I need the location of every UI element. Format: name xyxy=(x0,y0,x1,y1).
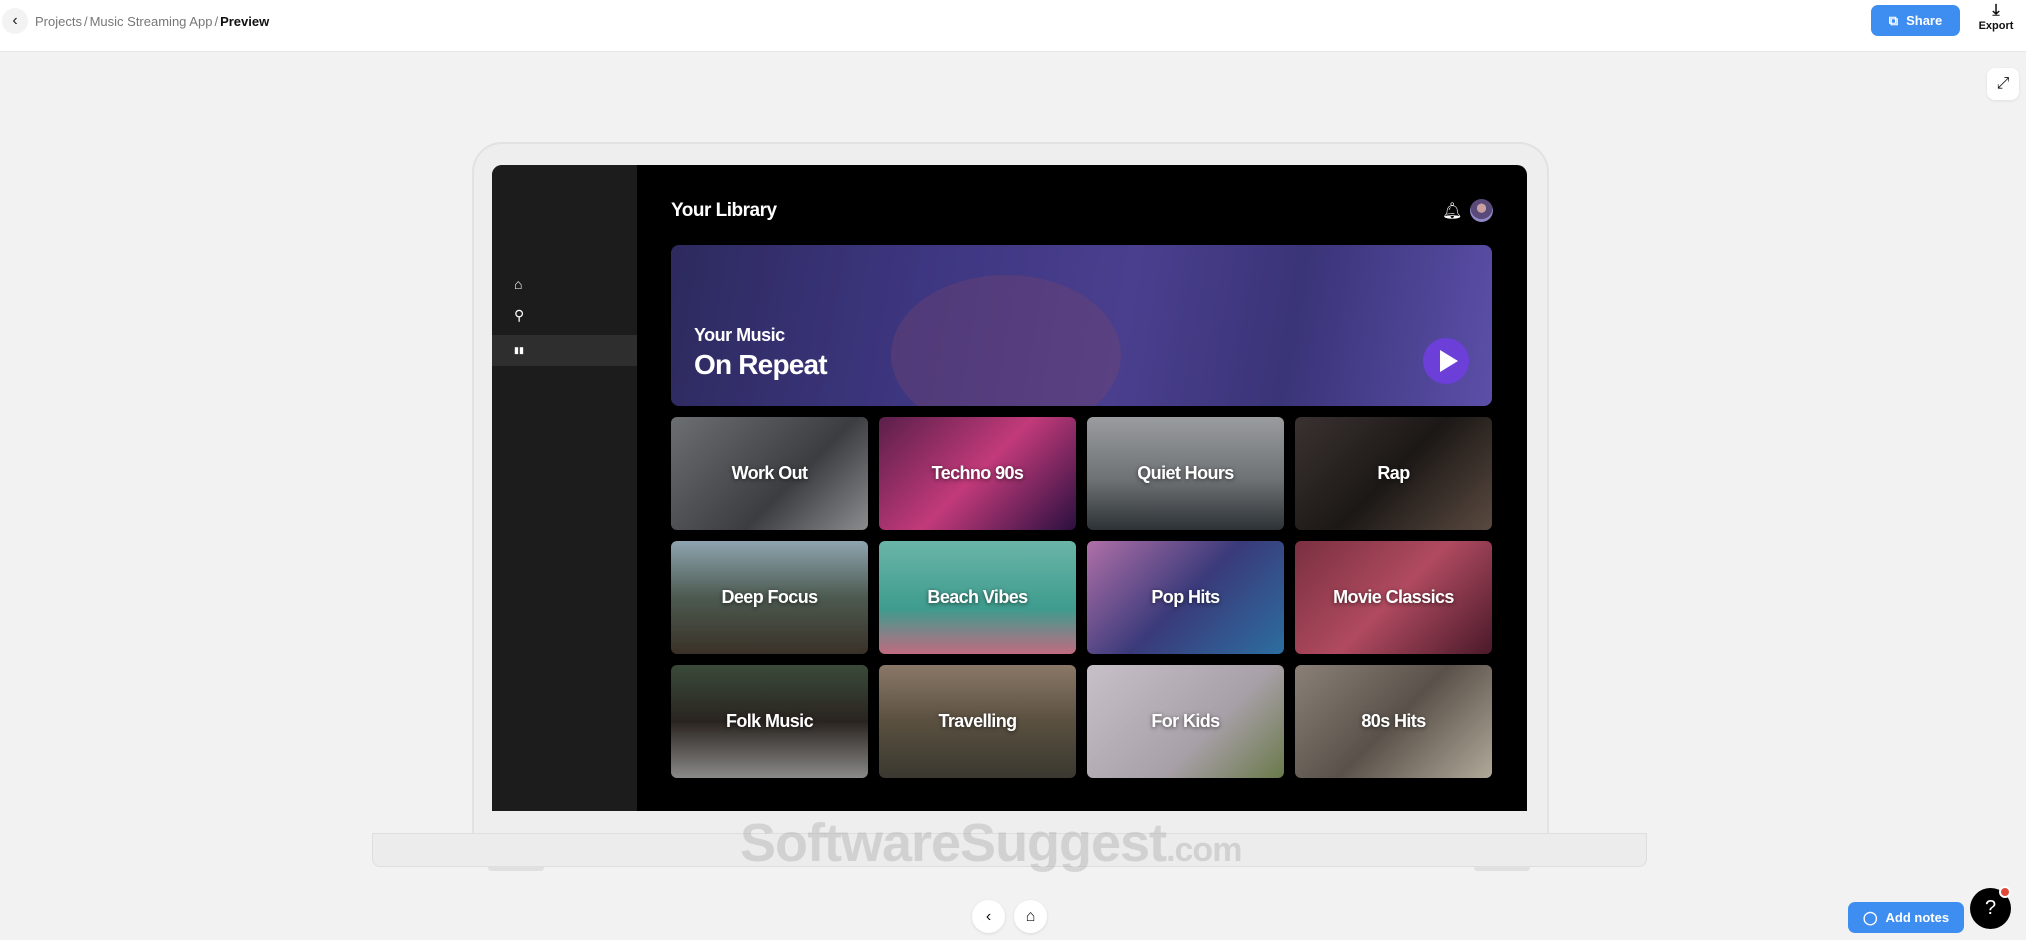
playlist-tile-label: Folk Music xyxy=(725,711,814,731)
home-icon: ⌂ xyxy=(514,275,523,292)
playlist-tile[interactable]: Movie Classics xyxy=(1295,541,1492,654)
playlist-tile[interactable]: Techno 90s xyxy=(879,417,1076,530)
playlist-tile-label: Techno 90s xyxy=(931,463,1024,483)
playlist-tile[interactable]: Deep Focus xyxy=(671,541,868,654)
external-link-icon: ⧉ xyxy=(1888,12,1899,28)
add-notes-button[interactable]: ◯ Add notes xyxy=(1848,902,1964,933)
help-icon: ? xyxy=(1984,897,1997,919)
playlist-tile[interactable]: Work Out xyxy=(671,417,868,530)
breadcrumb: Projects / Music Streaming App / Preview xyxy=(35,14,269,29)
breadcrumb-project[interactable]: Music Streaming App xyxy=(90,14,213,29)
playlist-tile[interactable]: For Kids xyxy=(1087,665,1284,778)
home-screen-button[interactable]: ⌂ xyxy=(1014,900,1047,933)
playlist-tile[interactable]: Pop Hits xyxy=(1087,541,1284,654)
playlist-tile[interactable]: Quiet Hours xyxy=(1087,417,1284,530)
hero-title: On Repeat xyxy=(694,349,828,380)
home-icon: ⌂ xyxy=(1025,907,1036,925)
sidebar: ⌂ ⚲ ▮▮ xyxy=(492,165,637,811)
playlist-tile-label: Beach Vibes xyxy=(927,587,1028,607)
hero-banner[interactable]: Your Music On Repeat xyxy=(671,245,1492,406)
download-icon: ⤓ xyxy=(1992,2,2000,19)
playlist-tile[interactable]: Folk Music xyxy=(671,665,868,778)
playlist-tile[interactable]: 80s Hits xyxy=(1295,665,1492,778)
hero-subtitle: Your Music xyxy=(694,325,785,345)
page-title: Your Library xyxy=(671,200,777,221)
playlist-tile-label: Rap xyxy=(1377,463,1410,483)
share-label: Share xyxy=(1906,13,1943,28)
watermark-suffix: .com xyxy=(1166,831,1242,869)
playlist-tile-label: Movie Classics xyxy=(1333,587,1454,607)
playlist-tile-label: Quiet Hours xyxy=(1137,463,1234,483)
sidebar-item-search[interactable]: ⚲ xyxy=(492,300,637,331)
playlist-tile[interactable]: Rap xyxy=(1295,417,1492,530)
search-icon: ⚲ xyxy=(514,307,525,323)
playlist-tile-label: Travelling xyxy=(938,711,1017,731)
watermark: SoftwareSuggest.com xyxy=(740,812,1242,874)
sidebar-item-home[interactable]: ⌂ xyxy=(492,268,637,299)
fullscreen-button[interactable]: ⤢ xyxy=(1987,68,2019,100)
avatar[interactable] xyxy=(1470,199,1493,222)
export-label: Export xyxy=(1978,20,2014,32)
laptop-foot xyxy=(488,867,544,871)
expand-icon: ⤢ xyxy=(1996,75,2010,92)
breadcrumb-separator: / xyxy=(83,14,88,29)
playlist-tile-label: Work Out xyxy=(731,463,808,483)
breadcrumb-current: Preview xyxy=(220,14,270,29)
export-button[interactable]: ⤓ Export xyxy=(1976,2,2016,32)
playlist-tile-label: 80s Hits xyxy=(1361,711,1426,731)
playlist-tile-label: Pop Hits xyxy=(1151,587,1220,607)
app-preview-screen: ⌂ ⚲ ▮▮ Your Library 🔔︎ Your Music On Rep… xyxy=(492,165,1527,811)
add-notes-label: Add notes xyxy=(1885,910,1950,925)
back-button[interactable]: ‹ xyxy=(2,8,28,34)
laptop-foot xyxy=(1474,867,1530,871)
bell-icon[interactable]: 🔔︎ xyxy=(1442,201,1462,221)
chevron-left-icon: ‹ xyxy=(985,907,992,925)
playlist-tile[interactable]: Beach Vibes xyxy=(879,541,1076,654)
prev-screen-button[interactable]: ‹ xyxy=(972,900,1005,933)
comment-icon: ◯ xyxy=(1862,909,1878,925)
playlist-tile[interactable]: Travelling xyxy=(879,665,1076,778)
share-button[interactable]: ⧉ Share xyxy=(1871,5,1960,36)
library-icon: ▮▮ xyxy=(514,345,524,355)
playlist-tile-label: Deep Focus xyxy=(721,587,818,607)
notification-dot xyxy=(1999,886,2011,898)
playlist-tile-label: For Kids xyxy=(1151,711,1220,731)
breadcrumb-separator: / xyxy=(214,14,219,29)
top-bar: ‹ Projects / Music Streaming App / Previ… xyxy=(0,0,2026,52)
sidebar-item-library[interactable]: ▮▮ xyxy=(492,335,637,366)
chevron-left-icon: ‹ xyxy=(12,12,18,29)
watermark-text: SoftwareSuggest xyxy=(740,813,1167,873)
breadcrumb-projects[interactable]: Projects xyxy=(35,14,82,29)
play-button[interactable] xyxy=(1423,338,1469,384)
